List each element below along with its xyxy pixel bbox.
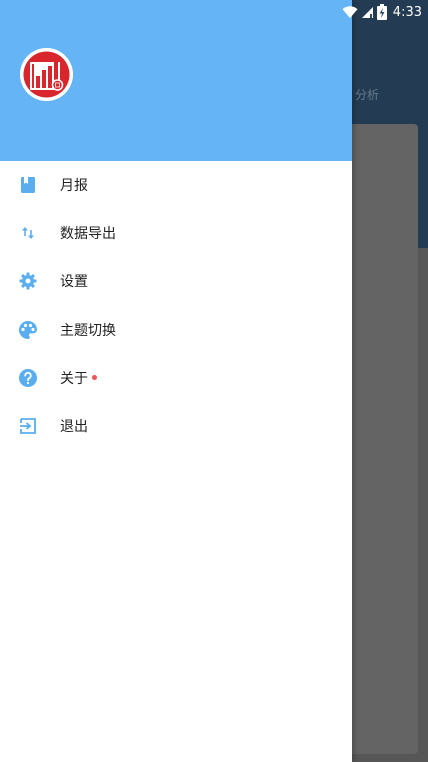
swap-vertical-icon: [18, 223, 38, 243]
wifi-icon: [342, 5, 358, 19]
menu-item-settings[interactable]: 设置: [0, 257, 352, 305]
menu-item-label: 月报: [60, 178, 88, 195]
status-bar: 4:33: [0, 0, 428, 24]
bar-chart-logo-icon: [20, 48, 73, 101]
exit-icon: [18, 416, 38, 436]
navigation-drawer: 月报 数据导出 设置 主题切换 关于 退出: [0, 0, 352, 762]
gear-icon: [18, 271, 38, 291]
battery-charging-icon: [376, 4, 387, 20]
app-logo[interactable]: [20, 48, 73, 101]
menu-item-label: 关于: [60, 370, 88, 387]
palette-icon: [18, 320, 38, 340]
menu-item-about[interactable]: 关于: [0, 354, 352, 402]
book-icon: [18, 175, 38, 195]
menu-item-label: 数据导出: [60, 226, 116, 243]
menu-item-monthly-report[interactable]: 月报: [0, 161, 352, 209]
drawer-header: [0, 0, 352, 161]
new-badge-dot: [92, 374, 97, 380]
menu-item-exit[interactable]: 退出: [0, 402, 352, 450]
help-circle-icon: [18, 368, 38, 388]
menu-item-label: 设置: [60, 274, 88, 291]
menu-item-theme-switch[interactable]: 主题切换: [0, 306, 352, 354]
signal-icon: [361, 5, 374, 19]
status-time: 4:33: [392, 4, 422, 20]
screen: 分析 4:33 月报 数据导出 设置 主题切换 关于 退出: [0, 0, 428, 762]
drawer-menu: 月报 数据导出 设置 主题切换 关于 退出: [0, 161, 352, 450]
menu-item-label: 退出: [60, 419, 88, 436]
menu-item-label: 主题切换: [60, 322, 116, 339]
menu-item-data-export[interactable]: 数据导出: [0, 209, 352, 257]
